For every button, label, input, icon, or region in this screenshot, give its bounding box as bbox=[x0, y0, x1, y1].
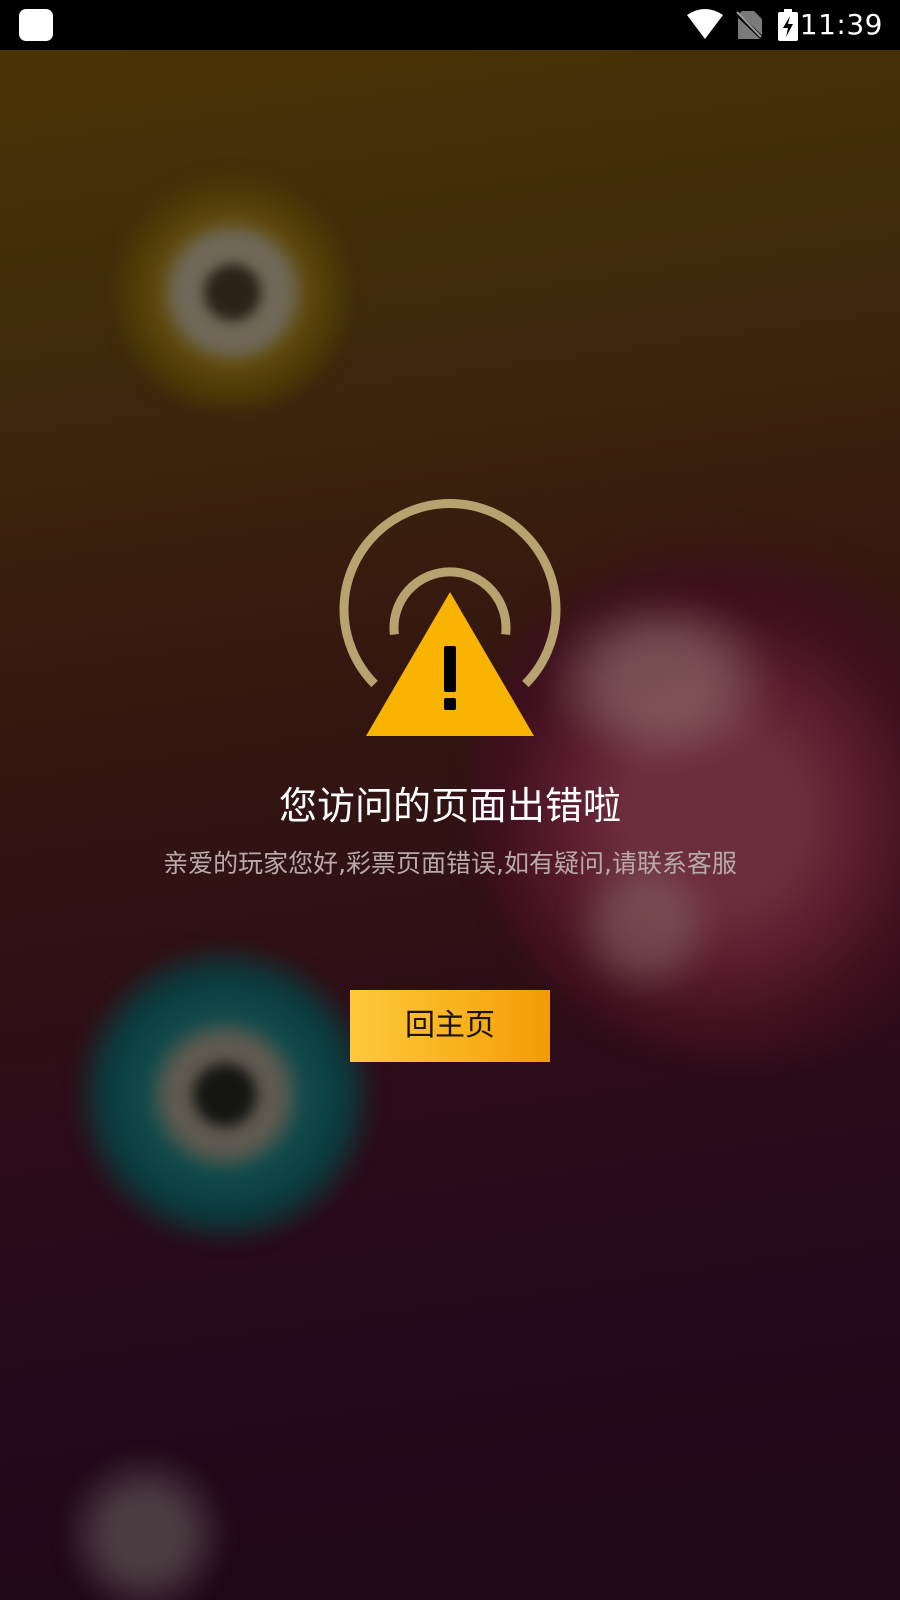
error-message: 亲爱的玩家您好,彩票页面错误,如有疑问,请联系客服 bbox=[163, 849, 737, 878]
signal-warning-icon bbox=[339, 499, 561, 736]
wifi-icon bbox=[687, 9, 723, 39]
screen: 11:39 您访问的页面出错啦 亲爱的玩家您好,彩票页面错误,如有疑问,请联系客… bbox=[0, 0, 900, 1600]
status-time: 11:39 bbox=[799, 8, 883, 41]
error-content: 您访问的页面出错啦 亲爱的玩家您好,彩票页面错误,如有疑问,请联系客服 回主页 bbox=[0, 0, 900, 1600]
app-notification-icon bbox=[19, 9, 53, 41]
battery-charging-icon bbox=[778, 9, 798, 41]
no-sim-icon bbox=[736, 11, 762, 39]
status-bar: 11:39 bbox=[0, 0, 900, 50]
error-title: 您访问的页面出错啦 bbox=[278, 784, 621, 828]
back-to-home-button[interactable]: 回主页 bbox=[350, 990, 550, 1062]
